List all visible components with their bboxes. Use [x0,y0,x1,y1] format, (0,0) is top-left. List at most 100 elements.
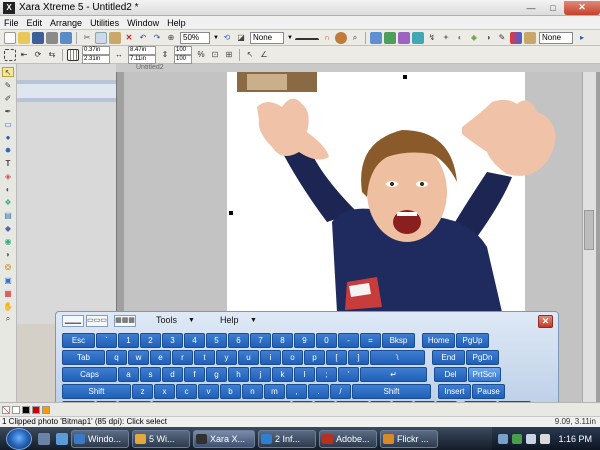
key-home-row-13[interactable]: Del [434,367,467,382]
clipped-photo-bitmap[interactable] [237,72,577,312]
text-style-icon[interactable]: ✎ [496,32,508,44]
key-home-row-7[interactable]: j [250,367,271,382]
key-home-row-4[interactable]: f [184,367,205,382]
no-color-swatch[interactable] [2,405,10,414]
selector-tool-icon[interactable]: ↖ [2,67,14,77]
transparency-icon[interactable]: ◑ [482,32,494,44]
line-width-icon[interactable] [295,37,319,42]
play-icon[interactable]: ▸ [576,32,588,44]
key-home-row-1[interactable]: a [118,367,139,382]
undo-icon[interactable]: ↶ [137,32,149,44]
taskbar-clock[interactable]: 1:16 PM [558,434,592,444]
key-bottom-row-11[interactable]: Shift [352,384,431,399]
selection-bounds-icon[interactable] [4,48,16,61]
key-number-row-13[interactable]: = [360,333,381,348]
key-bottom-row-3[interactable]: c [176,384,197,399]
key-home-row-2[interactable]: s [140,367,161,382]
key-number-row-12[interactable]: - [338,333,359,348]
key-top-row-0[interactable]: Tab [62,350,105,365]
key-top-row-3[interactable]: e [150,350,171,365]
menu-utilities[interactable]: Utilities [86,18,123,28]
layer-icon[interactable] [398,31,410,44]
key-home-row-11[interactable]: ' [338,367,359,382]
key-top-row-14[interactable]: End [432,350,465,365]
x-field[interactable]: 0.37in [82,45,110,55]
keyboard-tools-menu[interactable]: Tools [156,315,177,325]
fill-dropdown-field[interactable]: None [250,31,284,44]
zoom-previous-icon[interactable]: ⟲ [221,32,233,44]
key-home-row-14[interactable]: PrtScn [468,367,501,382]
group-icon[interactable] [384,31,396,44]
print-icon[interactable] [46,31,58,44]
key-number-row-16[interactable]: PgUp [456,333,489,348]
key-bottom-row-4[interactable]: v [198,384,219,399]
keyboard-mode-full[interactable]: ▦▦▦ [114,315,136,327]
taskbar-button-5[interactable]: Flickr ... [380,429,438,448]
minimize-button[interactable]: — [520,1,542,15]
key-number-row-3[interactable]: 2 [140,333,161,348]
key-top-row-9[interactable]: o [282,350,303,365]
scale-y-field[interactable]: 100 [174,54,192,64]
menu-window[interactable]: Window [123,18,163,28]
paste-icon[interactable] [109,31,121,44]
grid-icon[interactable] [67,48,79,61]
new-document-icon[interactable] [4,31,16,44]
fill-color-icon[interactable]: ◪ [235,32,247,44]
menu-help[interactable]: Help [163,18,190,28]
ellipse-tool-icon[interactable]: ● [2,132,14,142]
color-swatch[interactable] [22,405,30,414]
pen-tool-icon[interactable]: ✒ [2,106,14,116]
selection-handle[interactable] [229,211,233,215]
transform-icon[interactable]: ↯ [426,32,438,44]
arrange-icon[interactable] [370,31,382,44]
magnet-icon[interactable]: ∩ [321,32,333,44]
key-number-row-9[interactable]: 8 [272,333,293,348]
key-home-row-12[interactable]: ↵ [360,367,427,382]
search-icon[interactable]: ⌕ [349,32,361,44]
rotation-angle-icon[interactable]: ∠ [258,49,270,61]
bevel-tool-icon[interactable]: ◆ [2,223,14,233]
key-number-row-1[interactable]: ` [96,333,117,348]
bevel-icon[interactable]: ◆ [468,32,480,44]
key-number-row-11[interactable]: 0 [316,333,337,348]
transparency-tool-icon[interactable]: ◐ [2,184,14,194]
color-swatch[interactable] [12,405,20,414]
keyboard-mode-basic[interactable]: ▁▁▁ [62,315,84,327]
export-icon[interactable] [60,31,72,44]
key-top-row-5[interactable]: t [194,350,215,365]
key-home-row-5[interactable]: g [206,367,227,382]
key-number-row-6[interactable]: 5 [206,333,227,348]
key-top-row-6[interactable]: y [216,350,237,365]
key-top-row-13[interactable]: \ [370,350,425,365]
rectangle-tool-icon[interactable]: ▭ [2,119,14,129]
freehand-tool-icon[interactable]: ✎ [2,80,14,90]
quickshape-tool-icon[interactable]: ✸ [2,145,14,155]
close-button[interactable]: ✕ [564,0,600,15]
live-effects-tool-icon[interactable]: ▣ [2,275,14,285]
color-swatch[interactable] [32,405,40,414]
key-top-row-4[interactable]: r [172,350,193,365]
volume-icon[interactable] [526,433,537,444]
key-top-row-15[interactable]: PgDn [466,350,499,365]
bring-front-icon[interactable] [412,31,424,44]
network-icon[interactable] [498,433,509,444]
y-field[interactable]: 2.31in [82,54,110,64]
menu-file[interactable]: File [0,18,23,28]
key-top-row-8[interactable]: i [260,350,281,365]
key-bottom-row-12[interactable]: Insert [438,384,471,399]
keyboard-mode-standard[interactable]: ▭▭▭ [86,315,108,327]
key-top-row-12[interactable]: ] [348,350,369,365]
key-bottom-row-5[interactable]: b [220,384,241,399]
photo-tool-icon[interactable]: ▦ [2,288,14,298]
taskbar-button-3[interactable]: 2 Inf... [258,429,316,448]
quick-launch-ie-icon[interactable] [56,432,68,445]
zoom-field[interactable]: 50% [180,31,210,44]
scale-x-field[interactable]: 100 [174,45,192,55]
photo-icon[interactable] [524,31,536,44]
key-top-row-10[interactable]: p [304,350,325,365]
key-home-row-0[interactable]: Caps [62,367,117,382]
fill-tool-icon[interactable]: ◈ [2,171,14,181]
key-bottom-row-1[interactable]: z [132,384,153,399]
color-swatch[interactable] [42,405,50,414]
help-dropdown-icon[interactable]: ▼ [250,317,257,324]
